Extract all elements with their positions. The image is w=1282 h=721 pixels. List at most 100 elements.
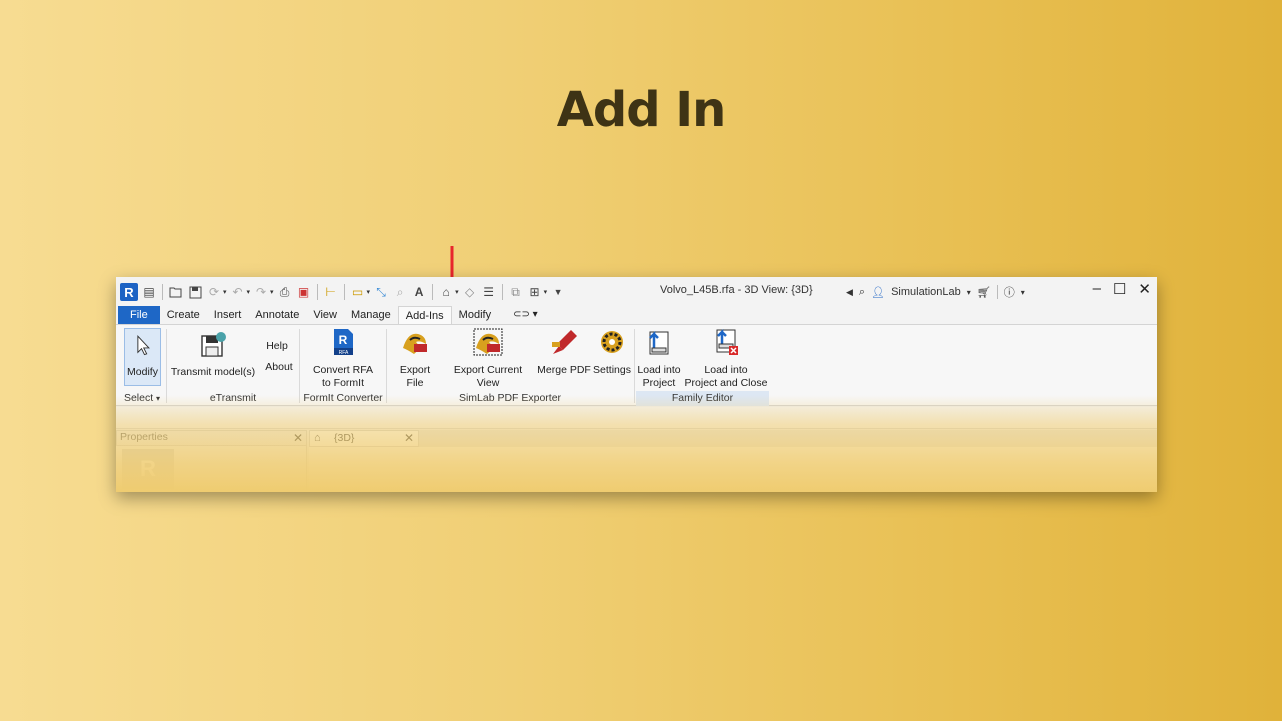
contextual-tab-dropdown[interactable]: ⊂⊃ ▾ [506, 306, 545, 324]
slide-title: Add In [556, 82, 727, 138]
open-icon[interactable] [168, 284, 184, 300]
window-title: Volvo_L45B.rfa - 3D View: {3D} [660, 284, 813, 296]
panel-separator [166, 329, 167, 403]
view-tab-3d[interactable]: ⌂ {3D} ✕ [309, 430, 419, 447]
view-tab-label: {3D} [334, 432, 355, 444]
section-icon[interactable]: ◇ [462, 284, 478, 300]
undo-icon[interactable]: ↶ [230, 284, 246, 300]
load-into-project-and-close-button[interactable]: Load into Project and Close [684, 328, 768, 390]
toolbar-separator [501, 284, 503, 300]
toolbar-separator [432, 284, 434, 300]
rfa-file-icon: R RFA [334, 329, 353, 356]
title-bar: R ▤ ⟳▾ ↶▾ ↷▾ ⎙ ▣ ⊢ ▭▾ ⤡ ⌕ A ⌂▾ ◇ ☰ [116, 277, 1157, 305]
measure-dropdown-icon[interactable]: ▾ [367, 288, 371, 296]
toolbar-separator [343, 284, 345, 300]
panel-label-etransmit: eTransmit [209, 392, 257, 404]
cursor-icon [136, 334, 150, 356]
help-dropdown-icon[interactable]: ▾ [1021, 288, 1025, 297]
cart-icon[interactable]: 🛒︎ [977, 286, 991, 299]
tag-icon[interactable]: ⌕ [392, 284, 408, 300]
view-tab-close-icon[interactable]: ✕ [404, 431, 414, 446]
toolbar-separator [316, 284, 318, 300]
modify-label: Modify [127, 366, 158, 378]
panel-label-family-editor: Family Editor [636, 391, 769, 406]
tab-view[interactable]: View [306, 306, 344, 324]
load-into-project-icon [649, 330, 669, 355]
drawing-canvas[interactable] [309, 447, 1157, 492]
home-icon: ⌂ [314, 432, 321, 444]
close-hidden-windows-icon[interactable]: ⧉ [508, 284, 524, 300]
collapse-arrow-icon[interactable]: ◀ [846, 287, 853, 298]
help-icon[interactable]: ⓘ [1004, 284, 1015, 300]
redo-dropdown-icon[interactable]: ▾ [270, 288, 274, 296]
user-dropdown-icon[interactable]: ▾ [967, 288, 971, 297]
properties-panel: R [116, 446, 307, 492]
merge-pdf-icon [552, 330, 577, 354]
help-button[interactable]: Help [262, 340, 292, 353]
toolbar-separator [162, 284, 163, 300]
tab-manage[interactable]: Manage [344, 306, 398, 324]
panel-label-simlab: SimLab PDF Exporter [458, 392, 562, 404]
maximize-button[interactable]: ☐ [1113, 280, 1126, 298]
close-button[interactable]: ✕ [1138, 280, 1151, 298]
measure-icon[interactable]: ▭ [350, 284, 366, 300]
sync-dropdown-icon[interactable]: ▾ [223, 288, 227, 296]
merge-pdf-button[interactable]: Merge PDF [537, 328, 591, 377]
svg-text:R: R [339, 333, 348, 347]
recent-files-icon[interactable]: ▤ [141, 284, 157, 300]
save-icon[interactable] [187, 284, 203, 300]
view-dropdown-icon[interactable]: ▾ [455, 288, 459, 296]
select-dropdown-icon: ▾ [156, 394, 161, 403]
align-dimension-icon[interactable]: ⊢ [323, 284, 339, 300]
print-icon[interactable]: ⎙ [277, 284, 293, 300]
transmit-icon [201, 332, 226, 357]
minimize-button[interactable]: – [1093, 280, 1101, 298]
user-icon[interactable]: 👤︎ [871, 286, 885, 299]
thin-lines-icon[interactable]: ☰ [481, 284, 497, 300]
load-into-project-button[interactable]: Load into Project [636, 328, 682, 390]
svg-text:RFA: RFA [339, 350, 349, 356]
ribbon-tabs: File Create Insert Annotate View Manage … [116, 305, 1157, 325]
properties-close-icon[interactable]: ✕ [293, 431, 303, 445]
tab-insert[interactable]: Insert [207, 306, 249, 324]
panel-separator [386, 329, 387, 403]
customize-qat-icon[interactable]: ▼ [550, 284, 566, 300]
options-bar [116, 407, 1157, 429]
dimension-icon[interactable]: ⤡ [373, 284, 389, 300]
panel-separator [634, 329, 635, 403]
sync-icon[interactable]: ⟳ [206, 284, 222, 300]
tab-create[interactable]: Create [160, 306, 207, 324]
transmit-models-button[interactable]: Transmit model(s) [170, 330, 256, 379]
binoculars-icon[interactable]: ⌕ [859, 286, 865, 299]
tab-annotate[interactable]: Annotate [248, 306, 306, 324]
gear-icon [601, 331, 623, 353]
family-type-thumbnail: R [122, 449, 174, 489]
export-pdf-dragon-icon [403, 333, 427, 354]
text-icon[interactable]: A [411, 284, 427, 300]
switch-windows-icon[interactable]: ⊞ [527, 284, 543, 300]
default-3d-view-icon[interactable]: ⌂ [438, 284, 454, 300]
export-current-view-button[interactable]: Export Current View [442, 328, 534, 390]
info-center: ◀ ⌕ 👤︎ SimulationLab ▾ 🛒︎ ⓘ ▾ [846, 284, 1025, 300]
undo-dropdown-icon[interactable]: ▾ [247, 288, 251, 296]
panel-label-select[interactable]: Select ▾ [118, 391, 166, 406]
about-button[interactable]: About [262, 361, 296, 374]
toolbar-separator [996, 285, 998, 299]
switch-windows-dropdown-icon[interactable]: ▾ [544, 288, 548, 296]
redo-icon[interactable]: ↷ [253, 284, 269, 300]
properties-title: Properties [120, 431, 168, 443]
modify-button[interactable]: Modify [124, 328, 161, 386]
properties-header: Properties ✕ [116, 430, 307, 446]
clipboard-icon[interactable]: ▣ [296, 284, 312, 300]
revit-window: R ▤ ⟳▾ ↶▾ ↷▾ ⎙ ▣ ⊢ ▭▾ ⤡ ⌕ A ⌂▾ ◇ ☰ [116, 277, 1157, 492]
user-name[interactable]: SimulationLab [891, 286, 961, 298]
revit-logo-icon[interactable]: R [120, 283, 138, 301]
settings-button[interactable]: Settings [592, 328, 632, 377]
export-file-button[interactable]: Export File [390, 328, 440, 390]
convert-rfa-button[interactable]: R RFA Convert RFA to FormIt [308, 328, 378, 390]
ribbon: Modify Select ▾ Transmit model(s) Help A… [116, 324, 1157, 406]
tab-modify[interactable]: Modify [452, 306, 498, 324]
tab-add-ins[interactable]: Add-Ins [397, 306, 452, 324]
tab-file[interactable]: File [118, 306, 160, 324]
panel-label-formit: FormIt Converter [303, 392, 383, 404]
